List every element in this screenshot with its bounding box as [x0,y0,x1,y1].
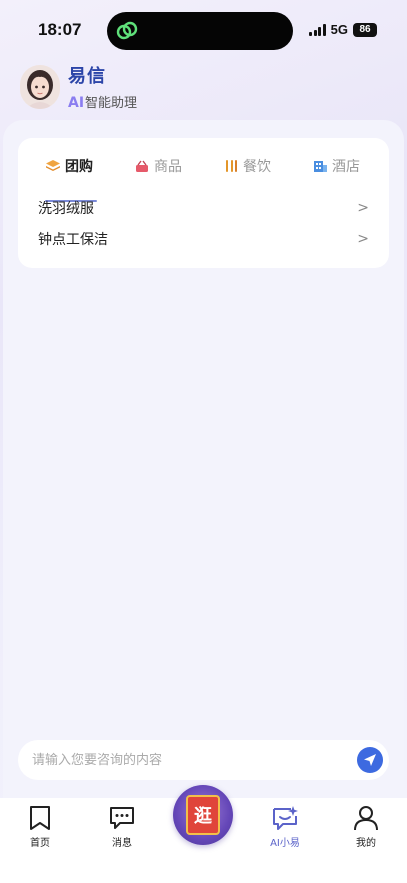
list-item-label: 钟点工保洁 [38,232,108,248]
avatar-portrait-icon [20,64,60,109]
ai-label: AI [68,95,85,111]
basket-icon [136,160,148,172]
nav-label: 我的 [356,838,376,849]
list-item-down-jacket-wash[interactable]: 洗羽绒服 > [38,196,369,220]
tab-label: 餐饮 [243,159,271,175]
bookmark-icon [30,806,50,830]
network-type: 5G [330,22,348,37]
chevron-right-icon: > [357,200,369,216]
cutlery-icon [226,160,237,172]
tab-label: 团购 [65,159,93,175]
send-button[interactable] [357,747,383,773]
chevron-right-icon: > [357,231,369,247]
message-input-bar [18,740,389,780]
list-item-hourly-cleaning[interactable]: 钟点工保洁 > [38,227,369,251]
tab-dining[interactable]: 餐饮 [223,156,271,176]
avatar[interactable] [20,64,60,109]
battery-icon: 86 [353,22,377,37]
center-browse-button[interactable]: 逛 [173,785,233,845]
category-tabs: 团购 商品 餐饮 酒店 [18,156,389,202]
assistant-header: 易信 AI智能助理 [20,62,137,111]
browse-badge: 逛 [186,795,220,835]
assistant-label: 智能助理 [85,96,138,111]
message-icon [110,807,134,829]
user-icon [354,806,378,831]
signal-icon [309,23,326,36]
nav-profile[interactable]: 我的 [336,804,396,849]
tab-group-buy[interactable]: 团购 [45,156,93,176]
stack-icon [46,160,60,171]
tab-hotel[interactable]: 酒店 [312,156,360,176]
link-rings-icon [116,21,138,40]
hotel-icon [314,161,327,172]
status-time: 18:07 [38,20,82,39]
tab-label: 酒店 [332,159,360,175]
nav-ai-assistant[interactable]: AI小易 [255,804,315,849]
brand-subtitle: AI智能助理 [68,92,137,111]
brand-block: 易信 AI智能助理 [68,62,137,111]
tab-label: 商品 [154,159,182,175]
list-item-label: 洗羽绒服 [38,201,94,217]
ai-chat-icon [273,806,298,830]
status-bar: 18:07 5G 86 [0,0,407,58]
nav-messages[interactable]: 消息 [92,804,152,849]
message-input[interactable] [32,750,332,770]
suggestion-card: 团购 商品 餐饮 酒店 洗羽绒服 > 钟点工保洁 > [18,138,389,268]
dynamic-island [107,12,293,50]
nav-label: 消息 [112,838,132,849]
paper-plane-icon [364,754,376,766]
nav-label: AI小易 [270,838,300,849]
status-indicators: 5G 86 [309,22,377,37]
nav-home[interactable]: 首页 [10,804,70,849]
tab-products[interactable]: 商品 [134,156,182,176]
brand-name: 易信 [68,66,106,87]
nav-label: 首页 [30,838,50,849]
